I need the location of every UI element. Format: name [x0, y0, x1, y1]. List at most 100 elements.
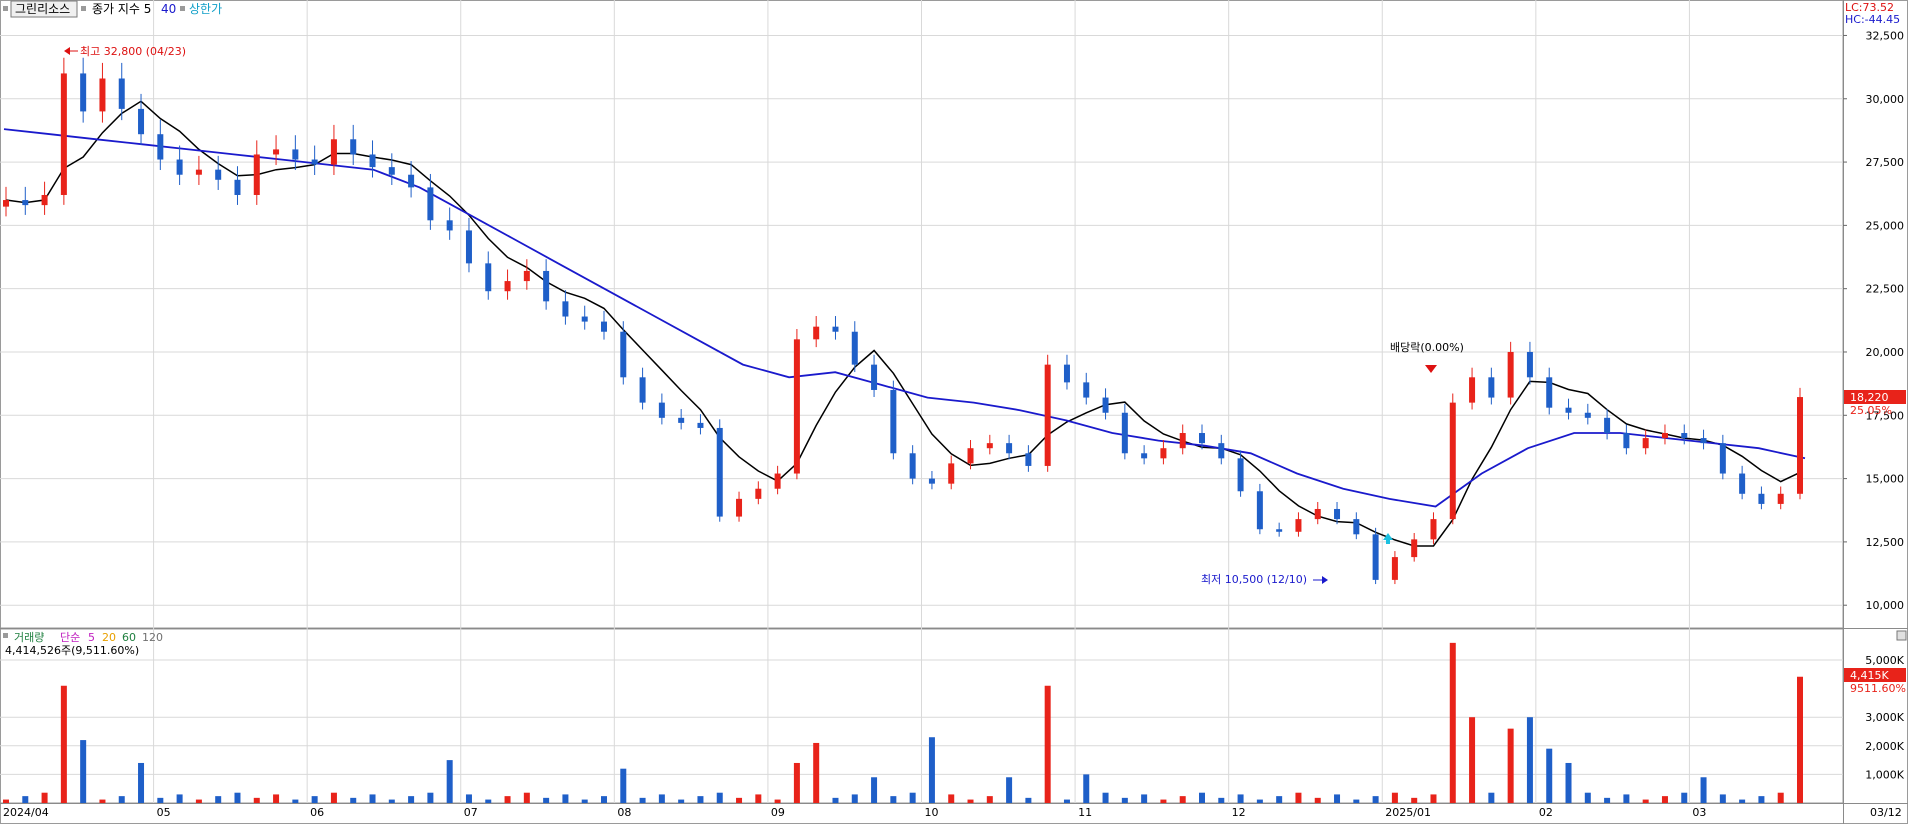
candle-body — [1314, 508, 1321, 520]
volume-bar — [1121, 797, 1128, 803]
volume-bar — [504, 796, 511, 803]
indicator-label: 종가 지수 5 — [92, 2, 151, 16]
candle-body — [1083, 382, 1090, 398]
candle-body — [234, 179, 241, 195]
price-tick-label: 12,500 — [1866, 536, 1905, 549]
candle-body — [118, 78, 125, 109]
volume-bar — [1044, 685, 1051, 803]
volume-bar — [273, 794, 280, 803]
volume-bar — [80, 740, 87, 803]
volume-bar — [1739, 799, 1746, 803]
volume-bar — [639, 797, 646, 803]
candle-body — [1546, 377, 1553, 408]
candle-body — [427, 187, 434, 221]
time-tick-label: 02 — [1539, 806, 1553, 819]
volume-bar — [369, 794, 376, 803]
candle-body — [851, 331, 858, 365]
candle-body — [311, 159, 318, 165]
volume-bar — [909, 792, 916, 803]
volume-bar — [1700, 777, 1707, 803]
price-tick-label: 32,500 — [1866, 29, 1905, 42]
time-tick-label: 03/12 — [1870, 806, 1902, 819]
candle-body — [176, 159, 183, 175]
candle-body — [1526, 351, 1533, 378]
volume-bar — [1083, 774, 1090, 803]
candle-body — [639, 377, 646, 403]
candle-body — [1797, 397, 1803, 494]
candle-body — [215, 169, 222, 180]
candle-body — [1758, 493, 1765, 504]
candle-body — [928, 478, 935, 484]
candle-body — [1700, 438, 1707, 444]
volume-bar — [601, 796, 607, 803]
time-tick-label: 2025/01 — [1385, 806, 1431, 819]
hc-label: HC:-44.45 — [1845, 13, 1900, 26]
volume-bar — [1063, 799, 1070, 803]
volume-collapse-icon[interactable] — [1896, 630, 1907, 641]
volume-bar — [928, 737, 935, 803]
candle-body — [909, 453, 916, 479]
volume-bar — [1256, 799, 1263, 803]
candle-body — [408, 174, 415, 188]
volume-bar — [485, 799, 492, 803]
last-volume-pct: 9511.60% — [1850, 682, 1906, 695]
upper-limit-label: 상한가 — [189, 2, 222, 16]
candle-body — [3, 200, 9, 207]
candle-body — [813, 326, 820, 340]
volume-bar — [388, 799, 395, 803]
stock-name: 그린리소스 — [15, 2, 70, 16]
candle-body — [1507, 351, 1514, 398]
volume-legend-title: 거래량 — [14, 631, 44, 644]
volume-bar — [60, 685, 67, 803]
volume-bar — [1681, 792, 1688, 803]
time-tick-label: 07 — [464, 806, 478, 819]
volume-bar — [176, 794, 183, 803]
volume-bar — [3, 799, 9, 803]
last-price: 18,220 — [1850, 391, 1889, 404]
candle-body — [138, 108, 145, 135]
volume-bar — [234, 792, 241, 803]
upper-limit-marker-icon — [180, 6, 185, 11]
volume-bar — [195, 799, 202, 803]
volume-bar — [1797, 676, 1803, 803]
volume-bar — [1218, 797, 1225, 803]
volume-bar — [967, 799, 974, 803]
volume-bar — [543, 797, 550, 803]
volume-bar — [851, 794, 858, 803]
time-tick-label: 11 — [1078, 806, 1092, 819]
volume-bar — [311, 796, 318, 803]
candle-body — [485, 263, 492, 292]
candle-body — [350, 139, 357, 155]
volume-bar — [22, 796, 29, 803]
candle-body — [678, 417, 685, 423]
volume-bar — [1719, 794, 1726, 803]
volume-summary: 4,414,526주(9,511.60%) — [5, 644, 139, 657]
price-tick-label: 25,000 — [1866, 219, 1905, 232]
candle-body — [1739, 473, 1746, 494]
volume-bar — [716, 792, 723, 803]
candle-body — [1025, 453, 1032, 466]
price-tick-label: 22,500 — [1866, 283, 1905, 296]
candle-body — [1179, 433, 1186, 449]
volume-bar — [948, 794, 955, 803]
volume-bar — [1623, 794, 1630, 803]
volume-bar — [1758, 796, 1765, 803]
volume-bar — [253, 797, 260, 803]
candle-body — [1449, 402, 1456, 520]
volume-legend-20: 20 — [102, 631, 116, 644]
candle-body — [1777, 493, 1784, 504]
candle-body — [890, 389, 897, 454]
volume-bar — [1565, 762, 1572, 803]
candle-body — [986, 443, 993, 449]
volume-bar — [1199, 792, 1205, 803]
candle-body — [736, 498, 743, 517]
candle-body — [1661, 433, 1668, 439]
candle-body — [871, 364, 878, 390]
price-tick-label: 27,500 — [1866, 156, 1905, 169]
volume-bar — [813, 742, 820, 803]
volume-marker-icon — [3, 633, 8, 638]
volume-bar — [1102, 792, 1109, 803]
candle-body — [1334, 508, 1341, 520]
high-annotation: 최고 32,800 (04/23) — [64, 45, 186, 58]
volume-bar — [1546, 748, 1553, 803]
